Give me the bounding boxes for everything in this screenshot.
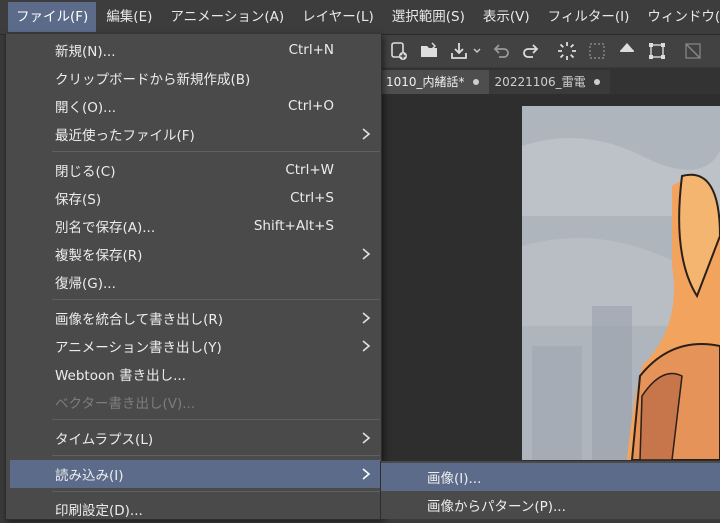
menu-item-save-copy[interactable]: 複製を保存(R) <box>10 240 381 268</box>
menu-item-save[interactable]: 保存(S) Ctrl+S <box>10 184 381 212</box>
loading-icon[interactable] <box>556 40 578 62</box>
menu-item-label: ベクター書き出し(V)... <box>55 396 196 412</box>
menu-item-label: 読み込み(I) <box>55 468 124 484</box>
menu-animation[interactable]: アニメーション(A) <box>162 2 292 32</box>
close-dot-icon[interactable] <box>472 79 479 85</box>
import-submenu: 画像(I)... 画像からパターン(P)... <box>380 461 720 519</box>
menu-item-label: アニメーション書き出し(Y) <box>55 340 222 356</box>
menu-item-label: 印刷設定(D)... <box>55 503 143 519</box>
menu-item-import[interactable]: 読み込み(I) <box>10 460 381 488</box>
document-tab[interactable]: 20221106_雷電 <box>488 70 610 94</box>
menu-item-close[interactable]: 閉じる(C) Ctrl+W <box>10 156 381 184</box>
transform-icon[interactable] <box>646 40 668 62</box>
submenu-item-label: 画像(I)... <box>427 471 482 487</box>
menu-item-shortcut: Ctrl+O <box>288 98 334 114</box>
menu-item-new-from-clipboard[interactable]: クリップボードから新規作成(B) <box>10 64 381 92</box>
menu-item-label: 最近使ったファイル(F) <box>55 128 195 144</box>
chevron-right-icon <box>362 128 371 140</box>
menu-item-new[interactable]: 新規(N)... Ctrl+N <box>10 36 381 64</box>
menu-item-export-webtoon[interactable]: Webtoon 書き出し... <box>10 360 381 388</box>
menu-item-recent-files[interactable]: 最近使ったファイル(F) <box>10 120 381 148</box>
submenu-item-image[interactable]: 画像(I)... <box>381 463 720 491</box>
menu-item-label: 新規(N)... <box>55 44 116 60</box>
menu-item-revert[interactable]: 復帰(G)... <box>10 268 381 296</box>
save-icon[interactable] <box>448 40 470 62</box>
close-dot-icon[interactable] <box>593 79 600 85</box>
menu-window[interactable]: ウィンドウ( <box>639 2 720 32</box>
artwork-illustration <box>522 106 720 460</box>
menu-item-export-merged[interactable]: 画像を統合して書き出し(R) <box>10 304 381 332</box>
undo-icon[interactable] <box>490 40 512 62</box>
menu-item-label: 別名で保存(A)... <box>55 220 156 236</box>
menu-separator <box>52 151 380 152</box>
menu-filter[interactable]: フィルター(I) <box>540 2 638 32</box>
tab-label: 20221106_雷電 <box>494 75 586 89</box>
menu-item-label: 閉じる(C) <box>55 164 116 180</box>
menu-bar: ファイル(F) 編集(E) アニメーション(A) レイヤー(L) 選択範囲(S)… <box>0 0 720 35</box>
menu-item-label: 復帰(G)... <box>55 276 116 292</box>
menu-file[interactable]: ファイル(F) <box>8 2 97 32</box>
menu-item-save-as[interactable]: 別名で保存(A)... Shift+Alt+S <box>10 212 381 240</box>
menu-item-label: 開く(O)... <box>55 100 117 116</box>
menu-separator <box>52 419 380 420</box>
menu-separator <box>52 491 380 492</box>
menu-edit[interactable]: 編集(E) <box>98 2 160 32</box>
menu-item-label: 画像を統合して書き出し(R) <box>55 312 224 328</box>
menu-item-shortcut: Ctrl+W <box>285 162 334 178</box>
file-menu-dropdown: 新規(N)... Ctrl+N クリップボードから新規作成(B) 開く(O)..… <box>5 34 382 520</box>
document-tab-active[interactable]: 1010_内緒話* <box>380 70 489 94</box>
menu-separator <box>52 455 380 456</box>
menu-item-shortcut: Ctrl+S <box>290 190 334 206</box>
menu-view[interactable]: 表示(V) <box>475 2 538 32</box>
menu-item-label: クリップボードから新規作成(B) <box>55 72 251 88</box>
artwork-canvas[interactable] <box>522 106 720 460</box>
menu-item-shortcut: Ctrl+N <box>288 42 334 58</box>
menu-item-label: Webtoon 書き出し... <box>55 368 186 384</box>
new-file-icon[interactable] <box>388 40 410 62</box>
menu-layer[interactable]: レイヤー(L) <box>294 2 382 32</box>
fill-icon[interactable] <box>616 40 638 62</box>
chevron-right-icon <box>362 432 371 444</box>
menu-item-label: タイムラプス(L) <box>55 432 154 448</box>
chevron-right-icon <box>362 340 371 352</box>
document-tabs: 1010_内緒話* 20221106_雷電 <box>380 68 720 94</box>
menu-item-open[interactable]: 開く(O)... Ctrl+O <box>10 92 381 120</box>
chevron-right-icon <box>362 248 371 260</box>
chevron-right-icon <box>362 312 371 324</box>
menu-item-export-vector: ベクター書き出し(V)... <box>10 388 381 416</box>
tab-label: 1010_内緒話* <box>386 75 465 89</box>
crop-icon[interactable] <box>682 40 704 62</box>
select-off-icon[interactable] <box>586 40 608 62</box>
menu-separator <box>52 299 380 300</box>
redo-icon[interactable] <box>520 40 542 62</box>
submenu-item-label: 画像からパターン(P)... <box>427 499 566 515</box>
command-bar <box>380 35 720 67</box>
menu-item-label: 複製を保存(R) <box>55 248 143 264</box>
menu-item-label: 保存(S) <box>55 192 102 208</box>
menu-item-export-animation[interactable]: アニメーション書き出し(Y) <box>10 332 381 360</box>
menu-item-timelapse[interactable]: タイムラプス(L) <box>10 424 381 452</box>
dropdown-icon[interactable] <box>472 40 482 62</box>
chevron-right-icon <box>362 468 371 480</box>
menu-selection[interactable]: 選択範囲(S) <box>384 2 473 32</box>
submenu-item-pattern-from-image[interactable]: 画像からパターン(P)... <box>381 491 720 519</box>
menu-item-shortcut: Shift+Alt+S <box>253 218 334 234</box>
open-folder-icon[interactable] <box>418 40 440 62</box>
